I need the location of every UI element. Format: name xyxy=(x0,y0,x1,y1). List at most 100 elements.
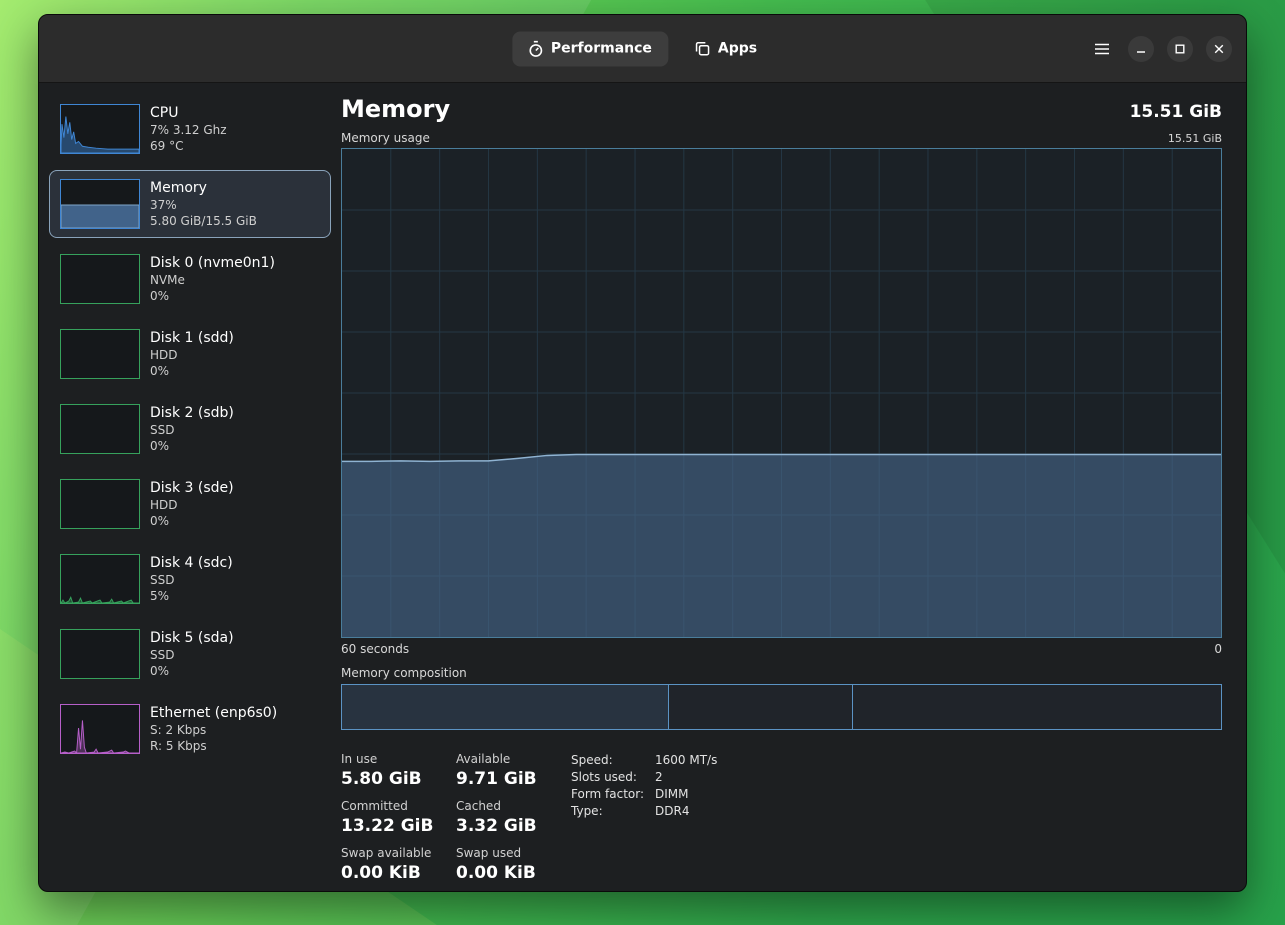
info-label: Slots used: xyxy=(571,769,653,786)
sidebar-item-title: Disk 1 (sdd) xyxy=(150,330,234,346)
x-axis-right-label: 0 xyxy=(1214,642,1222,656)
tab-performance-label: Performance xyxy=(551,41,652,57)
sidebar-item-detail-2: 69 °C xyxy=(150,138,227,154)
sidebar-item-disk2[interactable]: Disk 2 (sdb)SSD0% xyxy=(49,395,331,463)
menu-button[interactable] xyxy=(1089,36,1115,62)
composition-segment-1 xyxy=(342,685,669,729)
info-value: 2 xyxy=(655,769,717,786)
stat-value: 13.22 GiB xyxy=(341,816,456,836)
composition-segment-2 xyxy=(669,685,853,729)
stat-swap-used: Swap used0.00 KiB xyxy=(456,846,571,883)
stat-swap-available: Swap available 0.00 KiB xyxy=(341,846,456,883)
sidebar-item-disk5[interactable]: Disk 5 (sda)SSD0% xyxy=(49,620,331,688)
maximize-icon xyxy=(1175,44,1185,54)
stat-value: 0.00 KiB xyxy=(456,863,571,883)
memory-panel: Memory 15.51 GiB Memory usage 15.51 GiB … xyxy=(341,83,1222,892)
tab-apps-label: Apps xyxy=(718,41,757,57)
memory-stats: In use 5.80 GiBAvailable9.71 GiBCommitted… xyxy=(341,752,571,883)
info-value: 1600 MT/s xyxy=(655,752,717,769)
tab-apps[interactable]: Apps xyxy=(678,32,773,66)
memory-total: 15.51 GiB xyxy=(1130,102,1222,122)
sidebar-item-detail-2: 5% xyxy=(150,588,233,604)
sidebar-item-detail-1: S: 2 Kbps xyxy=(150,722,277,738)
sidebar-item-detail-2: 0% xyxy=(150,288,275,304)
disk2-graph-thumbnail xyxy=(60,404,140,454)
sidebar-item-disk4[interactable]: Disk 4 (sdc)SSD5% xyxy=(49,545,331,613)
sidebar-item-meta: Disk 3 (sde)HDD0% xyxy=(150,480,234,529)
memory-composition-bar xyxy=(341,684,1222,730)
disk4-graph-thumbnail xyxy=(60,554,140,604)
sidebar-item-disk1[interactable]: Disk 1 (sdd)HDD0% xyxy=(49,320,331,388)
disk0-graph-thumbnail xyxy=(60,254,140,304)
sidebar-item-title: Ethernet (enp6s0) xyxy=(150,705,277,721)
sidebar-item-meta: Memory37%5.80 GiB/15.5 GiB xyxy=(150,180,257,229)
usage-label: Memory usage xyxy=(341,131,430,145)
info-value: DDR4 xyxy=(655,803,717,820)
disk3-graph-thumbnail xyxy=(60,479,140,529)
sidebar-item-detail-2: 0% xyxy=(150,513,234,529)
sidebar-item-title: Disk 4 (sdc) xyxy=(150,555,233,571)
stat-value: 9.71 GiB xyxy=(456,769,571,789)
x-axis-left-label: 60 seconds xyxy=(341,642,409,656)
mission-center-window: Performance Apps xyxy=(38,14,1247,892)
sidebar-item-memory[interactable]: Memory37%5.80 GiB/15.5 GiB xyxy=(49,170,331,238)
sidebar-item-detail-1: SSD xyxy=(150,572,233,588)
sidebar-item-meta: CPU7% 3.12 Ghz69 °C xyxy=(150,105,227,154)
titlebar[interactable]: Performance Apps xyxy=(39,15,1246,83)
maximize-button[interactable] xyxy=(1167,36,1193,62)
sidebar-item-disk0[interactable]: Disk 0 (nvme0n1)NVMe0% xyxy=(49,245,331,313)
stat-value: 5.80 GiB xyxy=(341,769,456,789)
sidebar-item-title: CPU xyxy=(150,105,227,121)
sidebar-item-detail-1: NVMe xyxy=(150,272,275,288)
apps-icon xyxy=(694,41,710,57)
composition-label: Memory composition xyxy=(341,666,1222,680)
stat-value: 0.00 KiB xyxy=(341,863,456,883)
sidebar-item-detail-1: SSD xyxy=(150,647,234,663)
close-icon xyxy=(1214,44,1224,54)
stat-available: Available9.71 GiB xyxy=(456,752,571,789)
sidebar-item-meta: Disk 4 (sdc)SSD5% xyxy=(150,555,233,604)
disk1-graph-thumbnail xyxy=(60,329,140,379)
sidebar-item-title: Disk 2 (sdb) xyxy=(150,405,234,421)
stat-value: 3.32 GiB xyxy=(456,816,571,836)
sidebar-item-title: Disk 3 (sde) xyxy=(150,480,234,496)
sidebar-item-ethernet[interactable]: Ethernet (enp6s0)S: 2 KbpsR: 5 Kbps xyxy=(49,695,331,763)
menu-icon xyxy=(1094,43,1110,55)
speedometer-icon xyxy=(528,40,543,57)
window-controls xyxy=(1089,36,1232,62)
stat-in-use: In use 5.80 GiB xyxy=(341,752,456,789)
sidebar-item-detail-1: SSD xyxy=(150,422,234,438)
disk5-graph-thumbnail xyxy=(60,629,140,679)
info-label: Type: xyxy=(571,803,653,820)
tab-performance[interactable]: Performance xyxy=(512,31,668,66)
minimize-button[interactable] xyxy=(1128,36,1154,62)
sidebar-item-detail-2: 5.80 GiB/15.5 GiB xyxy=(150,213,257,229)
info-label: Form factor: xyxy=(571,786,653,803)
sidebar-item-meta: Disk 2 (sdb)SSD0% xyxy=(150,405,234,454)
sidebar-item-detail-2: 0% xyxy=(150,438,234,454)
sidebar-item-disk3[interactable]: Disk 3 (sde)HDD0% xyxy=(49,470,331,538)
sidebar: CPU7% 3.12 Ghz69 °C Memory37%5.80 GiB/15.… xyxy=(39,83,341,892)
sidebar-item-title: Disk 5 (sda) xyxy=(150,630,234,646)
sidebar-item-detail-1: 37% xyxy=(150,197,257,213)
ethernet-graph-thumbnail xyxy=(60,704,140,754)
tab-bar: Performance Apps xyxy=(512,31,773,66)
close-button[interactable] xyxy=(1206,36,1232,62)
sidebar-item-title: Disk 0 (nvme0n1) xyxy=(150,255,275,271)
sidebar-item-detail-2: 0% xyxy=(150,363,234,379)
stat-label: Cached xyxy=(456,799,571,813)
sidebar-item-detail-2: 0% xyxy=(150,663,234,679)
stat-label: Swap available xyxy=(341,846,456,860)
sidebar-item-meta: Ethernet (enp6s0)S: 2 KbpsR: 5 Kbps xyxy=(150,705,277,754)
sidebar-item-meta: Disk 1 (sdd)HDD0% xyxy=(150,330,234,379)
sidebar-item-detail-1: HDD xyxy=(150,347,234,363)
sidebar-item-meta: Disk 5 (sda)SSD0% xyxy=(150,630,234,679)
sidebar-item-detail-2: R: 5 Kbps xyxy=(150,738,277,754)
stat-label: In use xyxy=(341,752,456,766)
stat-committed: Committed13.22 GiB xyxy=(341,799,456,836)
sidebar-item-title: Memory xyxy=(150,180,257,196)
memory-graph-thumbnail xyxy=(60,179,140,229)
minimize-icon xyxy=(1136,44,1146,54)
sidebar-item-cpu[interactable]: CPU7% 3.12 Ghz69 °C xyxy=(49,95,331,163)
chart-max-label: 15.51 GiB xyxy=(1168,132,1222,145)
